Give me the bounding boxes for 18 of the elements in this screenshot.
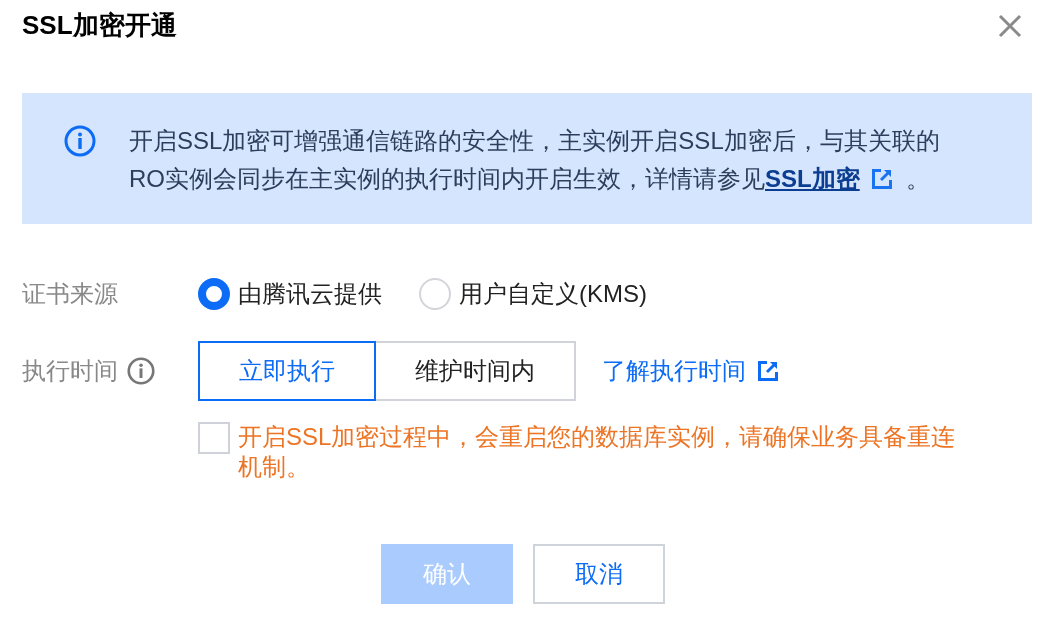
ssl-encryption-link[interactable]: SSL加密 bbox=[765, 165, 860, 192]
warning-text: 开启SSL加密过程中，会重启您的数据库实例，请确保业务具备重连机制。 bbox=[238, 422, 957, 482]
field-label: 证书来源 bbox=[22, 279, 118, 310]
external-link-icon bbox=[758, 361, 778, 381]
execution-time-link[interactable]: 了解执行时间 bbox=[602, 355, 778, 387]
banner-text: 开启SSL加密可增强通信链路的安全性，主实例开启SSL加密后，与其关联的RO实例会同步在主实例的执行时间内开启生效，详情请参见SSL加密 。 bbox=[129, 126, 941, 194]
dialog-title: SSL加密开通 bbox=[22, 10, 177, 42]
segment-button[interactable]: 维护时间内 bbox=[374, 341, 576, 401]
radio-option[interactable]: 用户自定义(KMS) bbox=[419, 278, 647, 310]
external-link-icon bbox=[871, 169, 892, 189]
radio-option[interactable]: 由腾讯云提供 bbox=[198, 278, 382, 310]
segment-button[interactable]: 立即执行 bbox=[198, 341, 376, 401]
field-label: 执行时间 bbox=[22, 356, 118, 387]
cancel-button[interactable]: 取消 bbox=[533, 544, 665, 604]
close-icon[interactable] bbox=[998, 14, 1022, 38]
info-icon bbox=[127, 357, 155, 385]
info-icon bbox=[64, 125, 96, 157]
checkbox[interactable] bbox=[198, 422, 230, 454]
